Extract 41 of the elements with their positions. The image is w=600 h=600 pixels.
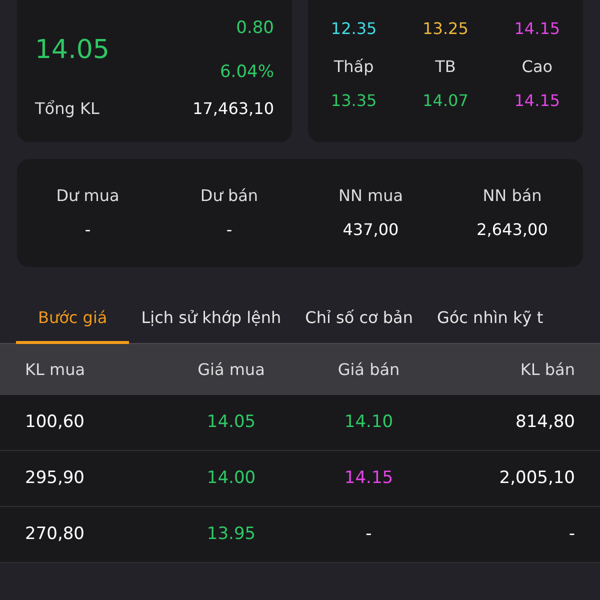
price-level-value: 13.25 bbox=[422, 18, 468, 40]
stat-label: Dư bán bbox=[200, 185, 258, 207]
price-level-value: 13.35 bbox=[330, 90, 377, 112]
tab[interactable]: Góc nhìn kỹ t bbox=[424, 294, 556, 344]
stat-value: 437,00 bbox=[342, 219, 399, 241]
price-change-percent: 6.04% bbox=[220, 60, 274, 84]
price-level-value: 12.35 bbox=[330, 18, 377, 40]
column-header: KL bán bbox=[519, 358, 575, 380]
table-cell-text: - bbox=[568, 522, 575, 546]
table-cell-text: 270,80 bbox=[25, 522, 86, 546]
current-price: 14.05 bbox=[35, 34, 110, 67]
table-cell-text: - bbox=[364, 522, 373, 546]
table-cell-text: 2,005,10 bbox=[498, 466, 575, 490]
table-cell-text: 14.05 bbox=[206, 410, 257, 434]
table-cell-text: 14.10 bbox=[343, 410, 394, 434]
table-cell-text: 100,60 bbox=[25, 410, 86, 434]
table-cell-text: 14.15 bbox=[343, 466, 394, 490]
price-level-label: TB bbox=[435, 56, 456, 78]
stat-value: - bbox=[226, 219, 232, 241]
column-header: KL mua bbox=[25, 358, 86, 380]
total-volume: 17,463,10 bbox=[192, 98, 274, 120]
tab[interactable]: Lịch sử khớp lệnh bbox=[129, 294, 294, 344]
column-header: Giá bán bbox=[336, 358, 401, 380]
table-cell-text: 13.95 bbox=[206, 522, 257, 546]
stat-label: NN mua bbox=[338, 185, 404, 207]
table-cell-text: 814,80 bbox=[514, 410, 575, 434]
price-change: 0.80 bbox=[236, 17, 274, 40]
stat-value: - bbox=[84, 219, 91, 241]
price-level-value: 14.07 bbox=[422, 90, 468, 112]
stat-label: NN bán bbox=[482, 185, 542, 207]
table-cell-text: 14.00 bbox=[206, 466, 257, 490]
price-level-value: 14.15 bbox=[514, 90, 560, 112]
stat-value: 2,643,00 bbox=[476, 219, 548, 241]
tab[interactable]: Chỉ số cơ bản bbox=[293, 294, 425, 344]
price-level-value: 14.15 bbox=[514, 18, 560, 40]
table-cell-text: 295,90 bbox=[25, 466, 86, 490]
column-header: Giá mua bbox=[196, 358, 266, 380]
price-level-label: Thấp bbox=[334, 56, 374, 78]
price-level-label: Cao bbox=[522, 56, 553, 78]
total-volume-label: Tổng KL bbox=[35, 98, 100, 120]
stat-label: Dư mua bbox=[56, 185, 120, 207]
